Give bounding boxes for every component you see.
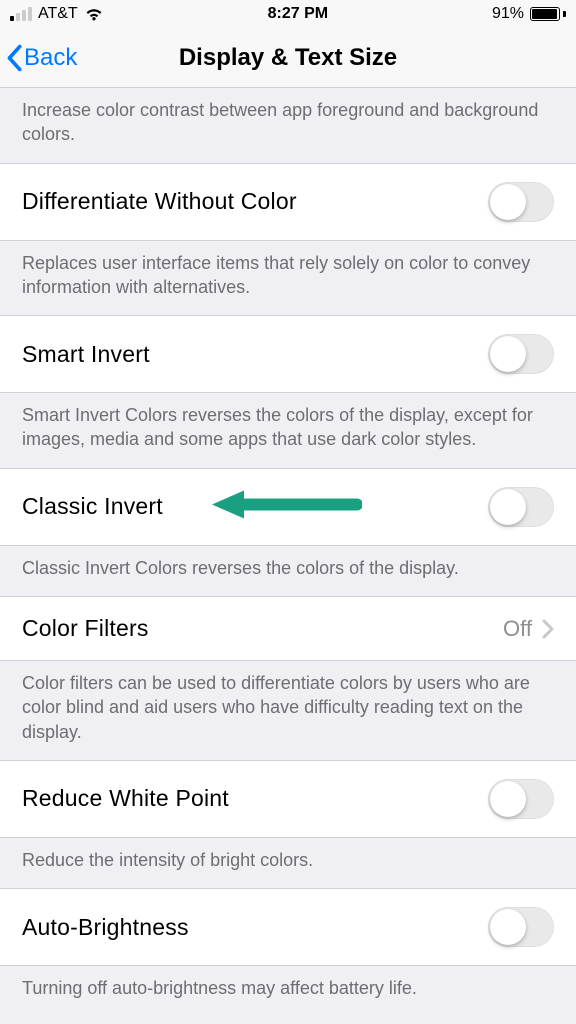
cell-label: Classic Invert <box>22 493 163 520</box>
chevron-left-icon <box>6 44 22 72</box>
cell-label: Auto-Brightness <box>22 914 189 941</box>
toggle-differentiate-without-color[interactable] <box>488 182 554 222</box>
color-filters-value: Off <box>503 616 532 642</box>
reduce-white-point-footer: Reduce the intensity of bright colors. <box>0 838 576 888</box>
color-filters-footer: Color filters can be used to differentia… <box>0 661 576 760</box>
status-bar: AT&T 8:27 PM 91% <box>0 0 576 28</box>
status-right: 91% <box>492 5 566 23</box>
cell-label: Differentiate Without Color <box>22 188 297 215</box>
status-left: AT&T <box>10 5 104 23</box>
smart-invert-footer: Smart Invert Colors reverses the colors … <box>0 393 576 468</box>
toggle-classic-invert[interactable] <box>488 487 554 527</box>
status-time: 8:27 PM <box>268 5 328 23</box>
cell-auto-brightness[interactable]: Auto-Brightness <box>0 888 576 966</box>
chevron-right-icon <box>542 619 554 639</box>
classic-invert-footer: Classic Invert Colors reverses the color… <box>0 546 576 596</box>
nav-bar: Back Display & Text Size <box>0 28 576 88</box>
back-button[interactable]: Back <box>6 28 77 87</box>
cell-color-filters[interactable]: Color Filters Off <box>0 596 576 661</box>
cell-reduce-white-point[interactable]: Reduce White Point <box>0 760 576 838</box>
cell-smart-invert[interactable]: Smart Invert <box>0 315 576 393</box>
toggle-smart-invert[interactable] <box>488 334 554 374</box>
auto-brightness-footer: Turning off auto-brightness may affect b… <box>0 966 576 1016</box>
battery-icon <box>530 7 566 21</box>
cell-classic-invert[interactable]: Classic Invert <box>0 468 576 546</box>
page-title: Display & Text Size <box>179 44 397 72</box>
carrier-label: AT&T <box>38 5 78 23</box>
back-label: Back <box>24 44 77 72</box>
cell-label: Color Filters <box>22 615 149 642</box>
toggle-reduce-white-point[interactable] <box>488 779 554 819</box>
cellular-signal-icon <box>10 7 32 21</box>
toggle-auto-brightness[interactable] <box>488 907 554 947</box>
battery-percent: 91% <box>492 5 524 23</box>
annotation-arrow-icon <box>212 486 362 527</box>
increase-contrast-footer: Increase color contrast between app fore… <box>0 88 576 163</box>
cell-label: Reduce White Point <box>22 785 229 812</box>
wifi-icon <box>84 7 104 21</box>
cell-label: Smart Invert <box>22 341 150 368</box>
settings-list: Increase color contrast between app fore… <box>0 88 576 1017</box>
cell-differentiate-without-color[interactable]: Differentiate Without Color <box>0 163 576 241</box>
differentiate-without-color-footer: Replaces user interface items that rely … <box>0 241 576 316</box>
